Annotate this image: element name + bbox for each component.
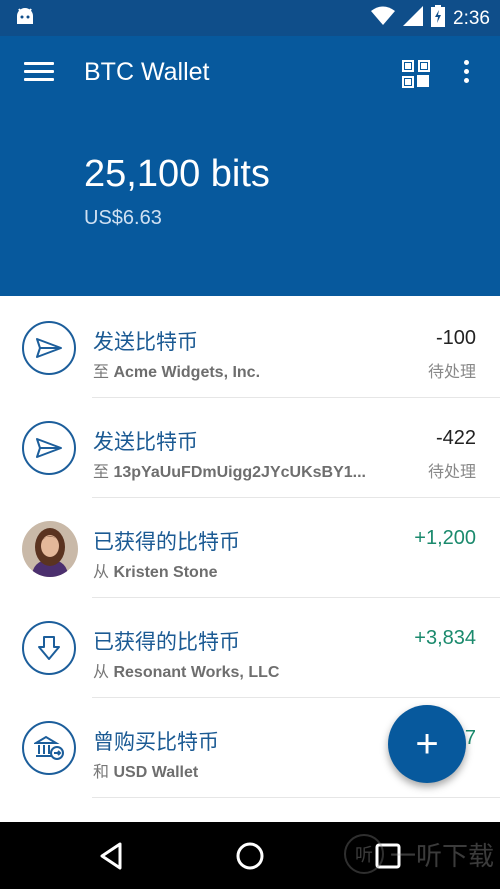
more-vert-icon[interactable] — [458, 60, 474, 88]
transaction-row[interactable]: 发送比特币 至 Acme Widgets, Inc. -100 待处理 — [0, 298, 500, 398]
watermark: 听 一听下载 — [343, 834, 494, 874]
transaction-amount: -100 — [435, 327, 476, 349]
watermark-glyph: 听 — [343, 834, 384, 874]
transaction-title: 发送比特币 — [93, 431, 198, 454]
transaction-amount: 7 — [464, 727, 476, 749]
transaction-title: 发送比特币 — [93, 331, 198, 354]
qr-code-icon[interactable] — [402, 60, 430, 88]
battery-charging-icon — [431, 5, 446, 33]
navigation-bar: 听 一听下载 — [0, 822, 500, 889]
transaction-amount: +3,834 — [414, 627, 476, 649]
transaction-row[interactable]: 已获得的比特币 从 Resonant Works, LLC +3,834 — [0, 598, 500, 698]
app-header: BTC Wallet 25,100 bits US$6.63 — [0, 36, 500, 296]
transaction-title: 已获得的比特币 — [93, 531, 240, 554]
transaction-row[interactable]: 已获得的比特币 从 Kristen Stone +1,200 — [0, 498, 500, 598]
transaction-title: 已获得的比特币 — [93, 631, 240, 654]
android-icon — [14, 6, 36, 35]
status-time: 2:36 — [453, 8, 490, 29]
add-fab-button[interactable]: + — [388, 705, 466, 783]
bank-transfer-icon — [22, 721, 76, 775]
divider — [92, 797, 500, 798]
transaction-amount: -422 — [435, 427, 476, 449]
watermark-text: 一听下载 — [389, 841, 494, 872]
contact-photo — [22, 521, 78, 577]
transaction-row[interactable]: 发送比特币 至 13pYaUuFDmUigg2JYcUKsBY1... -422… — [0, 398, 500, 498]
status-bar: 2:36 — [0, 0, 500, 36]
transaction-party: 和 USD Wallet — [93, 764, 199, 781]
hamburger-icon[interactable] — [24, 62, 54, 86]
transaction-party: 从 Resonant Works, LLC — [93, 664, 280, 681]
back-triangle-icon[interactable] — [94, 838, 130, 874]
transaction-party: 至 Acme Widgets, Inc. — [93, 364, 261, 381]
balance-amount: 25,100 bits — [84, 153, 270, 195]
send-icon — [22, 321, 76, 375]
wifi-icon — [371, 6, 396, 32]
transaction-status: 待处理 — [427, 364, 476, 381]
transaction-party: 从 Kristen Stone — [93, 564, 218, 581]
balance-fiat: US$6.63 — [84, 207, 162, 229]
transaction-status: 待处理 — [427, 464, 476, 481]
app-title: BTC Wallet — [84, 58, 210, 86]
signal-icon — [403, 6, 424, 32]
home-circle-icon[interactable] — [232, 838, 268, 874]
receive-icon — [22, 621, 76, 675]
send-icon — [22, 421, 76, 475]
transaction-amount: +1,200 — [414, 527, 476, 549]
plus-icon: + — [415, 722, 439, 766]
transaction-title: 曾购买比特币 — [93, 731, 219, 754]
transaction-party: 至 13pYaUuFDmUigg2JYcUKsBY1... — [93, 464, 366, 481]
